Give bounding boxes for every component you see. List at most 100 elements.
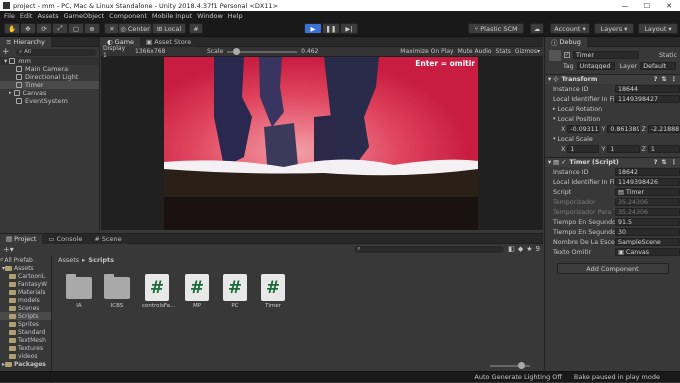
play-button[interactable]: ▶ xyxy=(304,23,322,34)
scale-z-field[interactable]: 1 xyxy=(647,145,680,153)
active-checkbox[interactable]: ✓ xyxy=(564,52,570,58)
icon-size-thumb[interactable] xyxy=(518,362,525,369)
transform-local-id[interactable]: 1149398427 xyxy=(615,95,680,103)
mute-audio-toggle[interactable]: Mute Audio xyxy=(458,48,492,55)
menu-mobile-input[interactable]: Mobile Input xyxy=(152,12,192,20)
asset-script-mp[interactable]: # MP xyxy=(184,274,210,309)
lighting-status[interactable]: Auto Generate Lighting Off xyxy=(474,373,562,381)
tab-asset-store[interactable]: ▣ Asset Store xyxy=(140,36,198,47)
tiempo-en-segundos-2-field[interactable]: 30 xyxy=(615,228,680,236)
script-reference-field[interactable]: ▤ Timer xyxy=(615,188,680,196)
menu-edit[interactable]: Edit xyxy=(20,12,33,20)
hier-item-timer[interactable]: Timer xyxy=(0,81,99,89)
display-dropdown[interactable]: Display 1 xyxy=(103,45,129,59)
rotate-tool-icon[interactable]: ⟳ xyxy=(36,23,52,34)
close-button[interactable]: ✕ xyxy=(658,2,680,10)
hier-item-eventsystem[interactable]: EventSystem xyxy=(0,97,99,105)
menu-file[interactable]: File xyxy=(4,12,15,20)
scale-slider[interactable] xyxy=(227,47,298,55)
breadcrumb-scripts[interactable]: Scripts xyxy=(88,256,114,264)
tree-item-videos[interactable]: videos xyxy=(0,352,51,360)
help-icon[interactable]: ? xyxy=(654,76,658,83)
component-menu-icon[interactable]: ⋮ xyxy=(671,76,677,83)
tab-project[interactable]: ▤ Project xyxy=(0,233,43,244)
tree-item-textures[interactable]: Textures xyxy=(0,344,51,352)
tree-item-fantasyw[interactable]: FantasyW xyxy=(0,280,51,288)
preset-icon[interactable]: ⇅ xyxy=(661,76,666,83)
hier-item-canvas[interactable]: ▸ Canvas xyxy=(0,89,99,97)
local-scale-row[interactable]: ▾ Local Scale xyxy=(545,134,680,144)
gizmos-dropdown[interactable]: Gizmos▾ xyxy=(515,48,540,55)
maximize-button[interactable]: ☐ xyxy=(636,2,658,10)
menu-help[interactable]: Help xyxy=(228,12,243,20)
tab-console[interactable]: ▭ Console xyxy=(42,233,89,244)
transform-header[interactable]: ▾ ⊹ Transform ? ⇅ ⋮ xyxy=(545,74,680,84)
scale-y-field[interactable]: 1 xyxy=(607,145,640,153)
tiempo-en-segundos-field[interactable]: 91.5 xyxy=(615,218,680,226)
transform-tool-icon[interactable]: ⊕ xyxy=(84,23,100,34)
project-search[interactable]: ⌕ xyxy=(354,245,505,253)
cloud-icon[interactable]: ☁ xyxy=(530,23,544,34)
component-menu-icon[interactable]: ⋮ xyxy=(671,159,677,166)
scale-x-field[interactable]: 1 xyxy=(567,145,600,153)
script-local-id[interactable]: 1149398426 xyxy=(615,178,680,186)
tab-inspector[interactable]: ⓘ Debug xyxy=(545,36,587,47)
asset-folder-ia[interactable]: IA xyxy=(66,274,92,309)
tag-dropdown[interactable]: Untagged xyxy=(576,62,615,70)
step-button[interactable]: ▶| xyxy=(340,23,358,34)
pause-button[interactable]: ❚❚ xyxy=(322,23,340,34)
tree-item-textmesh[interactable]: TextMesh xyxy=(0,336,51,344)
hand-tool-icon[interactable]: ✋ xyxy=(4,23,20,34)
asset-folder-icbs[interactable]: ICBS xyxy=(104,274,130,309)
tree-item-sprites[interactable]: Sprites xyxy=(0,320,51,328)
preset-icon[interactable]: ⇅ xyxy=(661,159,666,166)
position-x-field[interactable]: -0.093115 xyxy=(567,125,600,133)
account-dropdown[interactable]: Account ▾ xyxy=(550,23,590,34)
tab-scene[interactable]: # Scene xyxy=(88,233,128,244)
favorite-icon[interactable]: ★ xyxy=(526,245,532,253)
pivot-local-button[interactable]: ⊞ Local xyxy=(152,23,186,34)
grid-snap-icon[interactable]: # xyxy=(189,23,203,34)
scene-row[interactable]: ▾ mm xyxy=(0,57,99,65)
move-tool-icon[interactable]: ✥ xyxy=(20,23,36,34)
asset-script-timer[interactable]: # Timer xyxy=(260,274,286,309)
tree-item-standard[interactable]: Standard xyxy=(0,328,51,336)
position-y-field[interactable]: 0.8613897 xyxy=(607,125,640,133)
asset-script-pc[interactable]: # PC xyxy=(222,274,248,309)
create-asset-button[interactable]: +▾ xyxy=(3,245,14,254)
hierarchy-search[interactable]: ⌕ All xyxy=(16,48,97,56)
local-rotation-row[interactable]: ▸ Local Rotation xyxy=(545,104,680,114)
hier-item-directional-light[interactable]: Directional Light xyxy=(0,73,99,81)
nombre-escena-field[interactable]: SampleScene xyxy=(615,238,680,246)
stats-toggle[interactable]: Stats xyxy=(496,48,511,55)
script-enabled-checkbox[interactable]: ✓ xyxy=(561,159,566,166)
hier-item-main-camera[interactable]: Main Camera xyxy=(0,65,99,73)
help-icon[interactable]: ? xyxy=(654,159,658,166)
layers-dropdown[interactable]: Layers ▾ xyxy=(594,23,634,34)
menu-assets[interactable]: Assets xyxy=(37,12,58,20)
tree-item-scripts[interactable]: Scripts xyxy=(0,312,51,320)
tree-item-scenes[interactable]: Scenes xyxy=(0,304,51,312)
layer-dropdown[interactable]: Default xyxy=(640,62,677,70)
game-view[interactable]: Enter = omitir xyxy=(164,57,478,230)
static-toggle[interactable]: Static xyxy=(659,52,677,59)
add-component-button[interactable]: Add Component xyxy=(556,263,669,274)
tree-item-packages[interactable]: ▸ Packages xyxy=(0,360,51,368)
filter-type-icon[interactable]: ◧ xyxy=(508,245,515,253)
breadcrumb-assets[interactable]: Assets xyxy=(58,256,79,264)
menu-window[interactable]: Window xyxy=(197,12,223,20)
create-button[interactable]: + xyxy=(2,47,12,57)
transform-instance-id[interactable]: 18644 xyxy=(615,85,680,93)
plastic-scm-button[interactable]: ⑂ Plastic SCM xyxy=(468,23,524,34)
rect-tool-icon[interactable]: ▢ xyxy=(68,23,84,34)
menu-component[interactable]: Component xyxy=(109,12,147,20)
tree-item-cartoonl[interactable]: CartoonL xyxy=(0,272,51,280)
tree-item-models[interactable]: models xyxy=(0,296,51,304)
scale-slider-thumb[interactable] xyxy=(233,47,241,55)
tree-item-materials[interactable]: Materials xyxy=(0,288,51,296)
icon-size-slider[interactable] xyxy=(490,362,530,369)
resolution-dropdown[interactable]: 1366x768 xyxy=(135,48,175,55)
tree-item-assets[interactable]: ▾ Assets xyxy=(0,264,51,272)
menu-gameobject[interactable]: GameObject xyxy=(64,12,105,20)
tab-hierarchy[interactable]: ≡ Hierarchy xyxy=(0,36,51,47)
